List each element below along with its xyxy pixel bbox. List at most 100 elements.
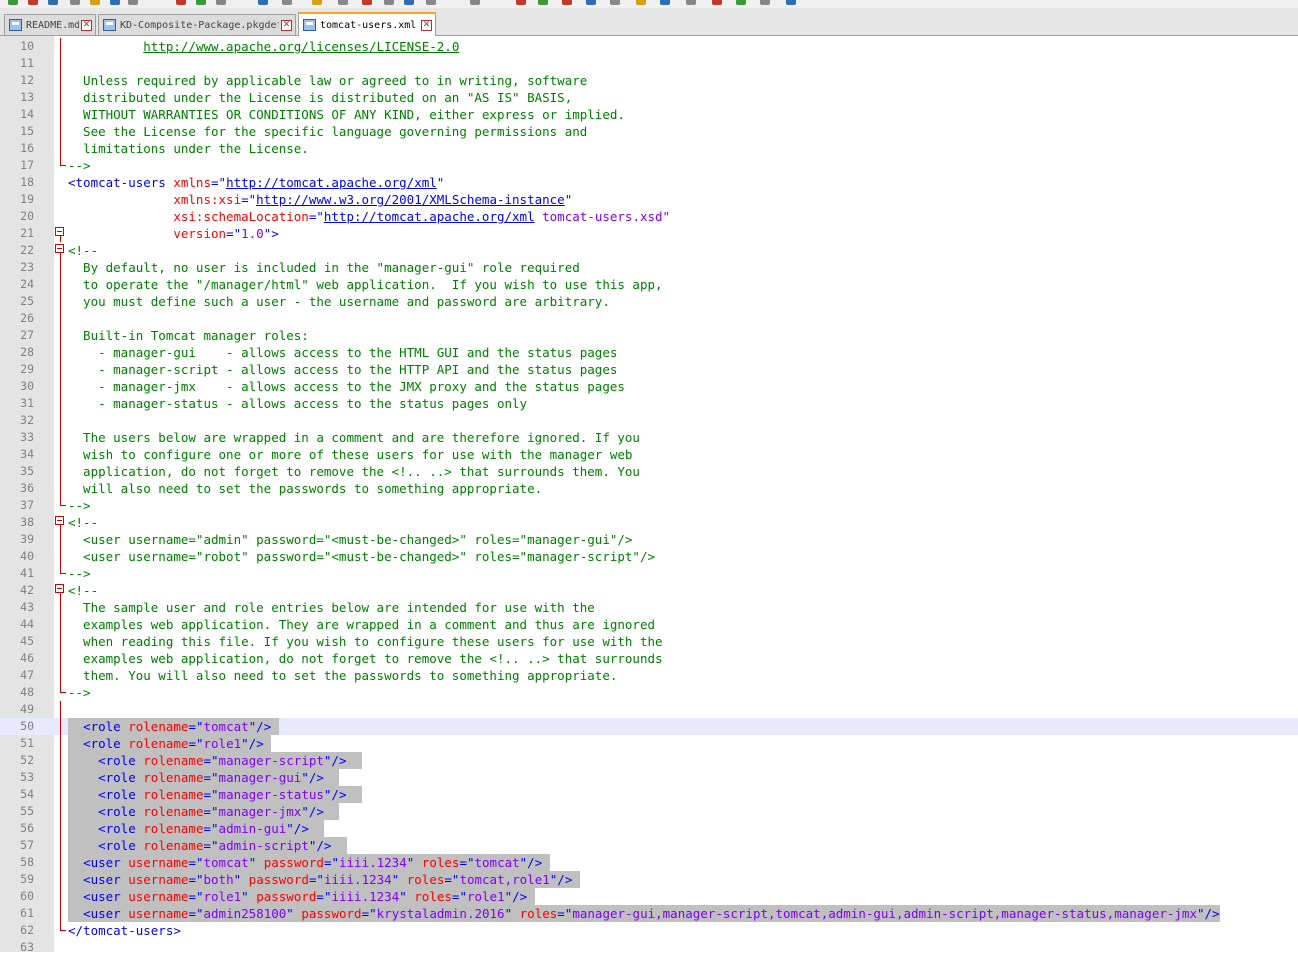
code-line[interactable]: 42 <!--	[0, 582, 1298, 599]
code-line[interactable]: 38 <!--	[0, 514, 1298, 531]
code-line[interactable]: 16 limitations under the License.	[0, 140, 1298, 157]
toolbar-button-icon[interactable]	[176, 0, 186, 5]
toolbar-button-icon[interactable]	[28, 0, 38, 5]
code-line[interactable]: 62 </tomcat-users>	[0, 922, 1298, 939]
code-line[interactable]: 63	[0, 939, 1298, 956]
toolbar-button-icon[interactable]	[282, 0, 292, 5]
code-token[interactable]: http://tomcat.apache.org/xml	[226, 175, 437, 190]
code-line[interactable]: 12 Unless required by applicable law or …	[0, 72, 1298, 89]
code-line[interactable]: 26	[0, 310, 1298, 327]
toolbar-button-icon[interactable]	[70, 0, 80, 5]
code-line[interactable]: 59 <user username="both" password="iiii.…	[0, 871, 1298, 888]
code-line[interactable]: 60 <user username="role1" password="iiii…	[0, 888, 1298, 905]
code-line[interactable]: 29 - manager-script - allows access to t…	[0, 361, 1298, 378]
code-line[interactable]: 55 <role rolename="manager-jmx"/>	[0, 803, 1298, 820]
close-icon[interactable]: ✕	[281, 19, 292, 31]
code-line[interactable]: 32	[0, 412, 1298, 429]
toolbar-button-icon[interactable]	[586, 0, 596, 5]
toolbar-button-icon[interactable]	[686, 0, 696, 5]
code-line[interactable]: 15 See the License for the specific lang…	[0, 123, 1298, 140]
code-editor[interactable]: 10 http://www.apache.org/licenses/LICENS…	[0, 36, 1298, 954]
toolbar-button-icon[interactable]	[786, 0, 796, 5]
code-token[interactable]: http://www.apache.org/licenses/LICENSE-2…	[143, 39, 459, 54]
toolbar-button-icon[interactable]	[312, 0, 322, 5]
code-line[interactable]: 37 -->	[0, 497, 1298, 514]
close-icon[interactable]: ✕	[81, 19, 92, 31]
code-line[interactable]: 24 to operate the "/manager/html" web ap…	[0, 276, 1298, 293]
code-line[interactable]: 48 -->	[0, 684, 1298, 701]
toolbar-button-icon[interactable]	[338, 0, 348, 5]
toolbar-button-icon[interactable]	[470, 0, 480, 5]
code-line[interactable]: 30 - manager-jmx - allows access to the …	[0, 378, 1298, 395]
code-line[interactable]: 53 <role rolename="manager-gui"/>	[0, 769, 1298, 786]
code-line[interactable]: 52 <role rolename="manager-script"/>	[0, 752, 1298, 769]
code-line[interactable]: 10 http://www.apache.org/licenses/LICENS…	[0, 38, 1298, 55]
code-line[interactable]: 50 <role rolename="tomcat"/>	[0, 718, 1298, 735]
code-line[interactable]: 46 examples web application, do not forg…	[0, 650, 1298, 667]
code-line[interactable]: 34 wish to configure one or more of thes…	[0, 446, 1298, 463]
code-line[interactable]: 54 <role rolename="manager-status"/>	[0, 786, 1298, 803]
toolbar-button-icon[interactable]	[660, 0, 670, 5]
code-line[interactable]: 43 The sample user and role entries belo…	[0, 599, 1298, 616]
toolbar-button-icon[interactable]	[712, 0, 722, 5]
code-line[interactable]: 11	[0, 55, 1298, 72]
toolbar-button-icon[interactable]	[8, 0, 18, 5]
toolbar-button-icon[interactable]	[636, 0, 646, 5]
tab-kd-composite-package-pkgdef[interactable]: KD-Composite-Package.pkgdef ✕	[98, 14, 296, 35]
code-line[interactable]: 47 them. You will also need to set the p…	[0, 667, 1298, 684]
toolbar-button-icon[interactable]	[362, 0, 372, 5]
code-line[interactable]: 31 - manager-status - allows access to t…	[0, 395, 1298, 412]
code-line[interactable]: 17 -->	[0, 157, 1298, 174]
code-line[interactable]: 39 <user username="admin" password="<mus…	[0, 531, 1298, 548]
code-line[interactable]: 57 <role rolename="admin-script"/>	[0, 837, 1298, 854]
code-line[interactable]: 61 <user username="admin258100" password…	[0, 905, 1298, 922]
toolbar-button-icon[interactable]	[426, 0, 436, 5]
code-line[interactable]: 44 examples web application. They are wr…	[0, 616, 1298, 633]
toolbar-button-icon[interactable]	[516, 0, 526, 5]
code-line[interactable]: 36 will also need to set the passwords t…	[0, 480, 1298, 497]
code-line[interactable]: 25 you must define such a user - the use…	[0, 293, 1298, 310]
code-line[interactable]: 21 version="1.0">	[0, 225, 1298, 242]
toolbar-button-icon[interactable]	[538, 0, 548, 5]
toolbar-button-icon[interactable]	[404, 0, 414, 5]
toolbar-button-icon[interactable]	[384, 0, 394, 5]
toolbar-button-icon[interactable]	[110, 0, 120, 5]
tab-tomcat-users-xml[interactable]: tomcat-users.xml ✕	[298, 12, 436, 36]
toolbar-button-icon[interactable]	[610, 0, 620, 5]
code-line[interactable]: 40 <user username="robot" password="<mus…	[0, 548, 1298, 565]
toolbar-button-icon[interactable]	[258, 0, 268, 5]
code-line[interactable]: 41 -->	[0, 565, 1298, 582]
code-line[interactable]: 19 xmlns:xsi="http://www.w3.org/2001/XML…	[0, 191, 1298, 208]
toolbar-button-icon[interactable]	[128, 0, 138, 5]
code-line[interactable]: 49	[0, 701, 1298, 718]
toolbar-button-icon[interactable]	[216, 0, 226, 5]
fold-toggle-icon[interactable]	[54, 242, 68, 259]
code-line[interactable]: 35 application, do not forget to remove …	[0, 463, 1298, 480]
fold-toggle-icon[interactable]	[54, 514, 68, 531]
toolbar-button-icon[interactable]	[736, 0, 746, 5]
code-line[interactable]: 33 The users below are wrapped in a comm…	[0, 429, 1298, 446]
code-line[interactable]: 14 WITHOUT WARRANTIES OR CONDITIONS OF A…	[0, 106, 1298, 123]
code-line[interactable]: 56 <role rolename="admin-gui"/>	[0, 820, 1298, 837]
toolbar-button-icon[interactable]	[90, 0, 100, 5]
code-line[interactable]: 22 <!--	[0, 242, 1298, 259]
code-token[interactable]: http://tomcat.apache.org/xml	[324, 209, 535, 224]
code-line[interactable]: 23 By default, no user is included in th…	[0, 259, 1298, 276]
code-line[interactable]: 13 distributed under the License is dist…	[0, 89, 1298, 106]
toolbar-button-icon[interactable]	[760, 0, 770, 5]
code-line[interactable]: 45 when reading this file. If you wish t…	[0, 633, 1298, 650]
toolbar-button-icon[interactable]	[196, 0, 206, 5]
code-line[interactable]: 18 <tomcat-users xmlns="http://tomcat.apa…	[0, 174, 1298, 191]
close-icon[interactable]: ✕	[421, 19, 432, 31]
code-line[interactable]: 20 xsi:schemaLocation="http://tomcat.apa…	[0, 208, 1298, 225]
code-line[interactable]: 58 <user username="tomcat" password="iii…	[0, 854, 1298, 871]
toolbar-button-icon[interactable]	[562, 0, 572, 5]
code-line[interactable]: 51 <role rolename="role1"/>	[0, 735, 1298, 752]
code-line[interactable]: 28 - manager-gui - allows access to the …	[0, 344, 1298, 361]
code-line[interactable]: 27 Built-in Tomcat manager roles:	[0, 327, 1298, 344]
tab-readme-md[interactable]: README.md ✕	[4, 14, 96, 35]
fold-toggle-icon[interactable]	[54, 225, 68, 242]
code-token[interactable]: http://www.w3.org/2001/XMLSchema-instanc…	[256, 192, 565, 207]
fold-toggle-icon[interactable]	[54, 582, 68, 599]
toolbar-button-icon[interactable]	[48, 0, 58, 5]
